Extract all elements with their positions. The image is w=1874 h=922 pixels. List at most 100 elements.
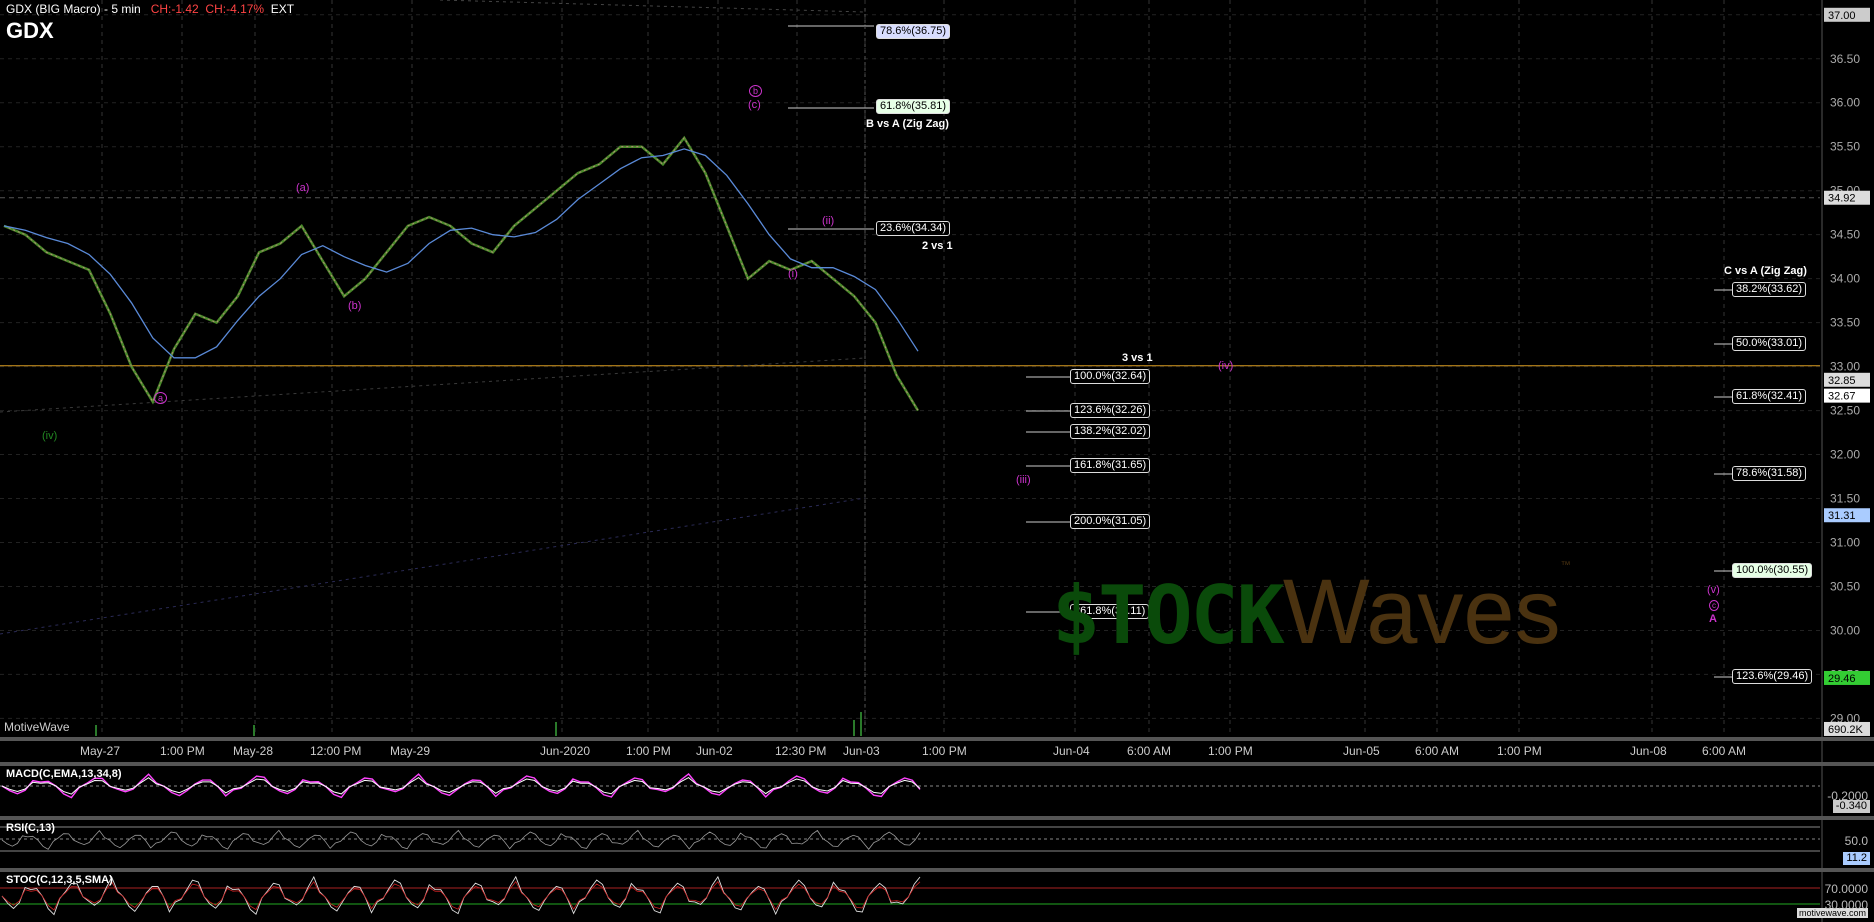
stoch-title: STOC(C,12,3,5,SMA) (6, 874, 113, 886)
time-tick-label: 12:00 PM (310, 744, 361, 758)
wave-label: (ii) (822, 215, 835, 227)
time-tick-label: 6:00 AM (1702, 744, 1746, 758)
annotation-label: 3 vs 1 (1122, 352, 1153, 364)
wave-label: (b) (348, 300, 362, 312)
time-tick-label: Jun-08 (1630, 744, 1667, 758)
watermark-left: $TOCK (1052, 569, 1285, 662)
change-percent: CH:-4.17% (205, 2, 265, 16)
time-tick-label: 1:00 PM (626, 744, 671, 758)
volume-bar (95, 725, 97, 736)
fib-label: 100.0%(32.64) (1070, 369, 1151, 384)
fib-label: 161.8%(31.65) (1070, 458, 1151, 473)
price-tick-label: 31.50 (1830, 492, 1860, 506)
wave-label: (c) (748, 99, 761, 111)
price-tick-label: 36.50 (1830, 52, 1860, 66)
wave-label: b (749, 85, 763, 97)
price-box-label: 32.67 (1828, 391, 1856, 403)
fib-label: 200.0%(31.05) (1070, 514, 1151, 529)
price-tick-label: 30.50 (1830, 579, 1860, 593)
price-tick-label: 35.50 (1830, 140, 1860, 154)
price-box-label: 34.92 (1828, 193, 1856, 205)
volume-bar (253, 725, 255, 736)
rsi-value: 11.2 (1843, 852, 1870, 865)
price-box-label: 32.85 (1828, 375, 1856, 387)
price-tick-label: 34.00 (1830, 272, 1860, 286)
fib-label: 123.6%(32.26) (1070, 403, 1151, 418)
fib-label: 61.8%(32.41) (1732, 389, 1807, 404)
chart-title: GDX (BIG Macro) - 5 min (6, 2, 141, 16)
platform-label: MotiveWave (4, 720, 70, 734)
price-tick-label: 31.00 (1830, 536, 1860, 550)
price-chart[interactable]: 37.0036.5036.0035.5035.0034.5034.0033.50… (0, 0, 1874, 922)
time-tick-label: Jun-05 (1343, 744, 1380, 758)
fib-label: 78.6%(31.58) (1732, 466, 1807, 481)
price-tick-label: 30.00 (1830, 623, 1860, 637)
price-line-overlay (3, 137, 919, 411)
watermark-right: Waves (1282, 561, 1561, 663)
fib-label: 123.6%(29.46) (1732, 669, 1813, 684)
volume-bar (853, 720, 855, 736)
macd-title: MACD(C,EMA,13,34,8) (6, 768, 122, 780)
price-tick-label: 36.00 (1830, 96, 1860, 110)
fib-label: 100.0%(30.55) (1732, 563, 1813, 578)
time-tick-label: 1:00 PM (922, 744, 967, 758)
time-tick-label: Jun-2020 (540, 744, 590, 758)
stoch-upper-level: 70.0000 (1824, 882, 1868, 896)
macd-value: -0.340 (1832, 800, 1870, 813)
wave-label: A (1709, 613, 1717, 625)
panel-divider (0, 762, 1874, 766)
fib-label: 38.2%(33.62) (1732, 282, 1807, 297)
time-tick-label: Jun-04 (1053, 744, 1090, 758)
time-tick-label: 12:30 PM (775, 744, 826, 758)
time-tick-label: May-27 (80, 744, 120, 758)
price-box-label: 690.2K (1828, 724, 1864, 736)
price-box-label: 37.00 (1828, 10, 1856, 22)
time-tick-label: 1:00 PM (1208, 744, 1253, 758)
change-value: CH:-1.42 (150, 2, 199, 16)
price-box-label: 31.31 (1828, 510, 1856, 522)
time-tick-label: 6:00 AM (1415, 744, 1459, 758)
price-line (3, 135, 920, 412)
session-label: EXT (270, 2, 295, 16)
volume-bar (860, 712, 862, 736)
fib-label: 50.0%(33.01) (1732, 336, 1807, 351)
stockwaves-watermark: $TOCKWaves™ (1052, 560, 1571, 665)
wave-label: (a) (296, 182, 310, 194)
stoch-lower-level: 30.0000 (1824, 898, 1868, 912)
wave-label: (iv) (42, 430, 58, 442)
wave-label: c (1709, 600, 1719, 611)
watermark-tm: ™ (1560, 560, 1571, 571)
time-tick-label: 1:00 PM (160, 744, 205, 758)
price-box-label: 29.46 (1828, 673, 1856, 685)
panel-divider (0, 816, 1874, 820)
moving-average-line (3, 148, 919, 359)
price-tick-label: 33.50 (1830, 316, 1860, 330)
annotation-label: 2 vs 1 (922, 240, 953, 252)
panel-divider (0, 868, 1874, 872)
channel-line (439, 0, 866, 13)
rsi-title: RSI(C,13) (6, 822, 55, 834)
time-tick-label: May-29 (390, 744, 430, 758)
channel-line (0, 497, 866, 635)
price-tick-label: 33.00 (1830, 360, 1860, 374)
time-tick-label: Jun-02 (696, 744, 733, 758)
volume-bar (555, 722, 557, 736)
fib-label: 138.2%(32.02) (1070, 424, 1151, 439)
fib-label: 61.8%(35.81) (876, 99, 951, 114)
price-tick-label: 32.00 (1830, 448, 1860, 462)
annotation-label: B vs A (Zig Zag) (866, 118, 949, 130)
time-tick-label: 1:00 PM (1497, 744, 1542, 758)
fib-label: 78.6%(36.75) (876, 24, 951, 39)
stoch-k-line (1, 875, 921, 916)
wave-label: (iv) (1218, 360, 1234, 372)
rsi-level: 50.0 (1844, 834, 1868, 848)
price-tick-label: 34.50 (1830, 228, 1860, 242)
time-tick-label: Jun-03 (843, 744, 880, 758)
wave-label: (i) (788, 268, 798, 280)
time-tick-label: May-28 (233, 744, 273, 758)
symbol-label: GDX (6, 18, 54, 43)
wave-label: (iii) (1016, 474, 1031, 486)
annotation-label: C vs A (Zig Zag) (1724, 265, 1807, 277)
rsi-line (1, 829, 921, 850)
fib-label: 23.6%(34.34) (876, 221, 951, 236)
